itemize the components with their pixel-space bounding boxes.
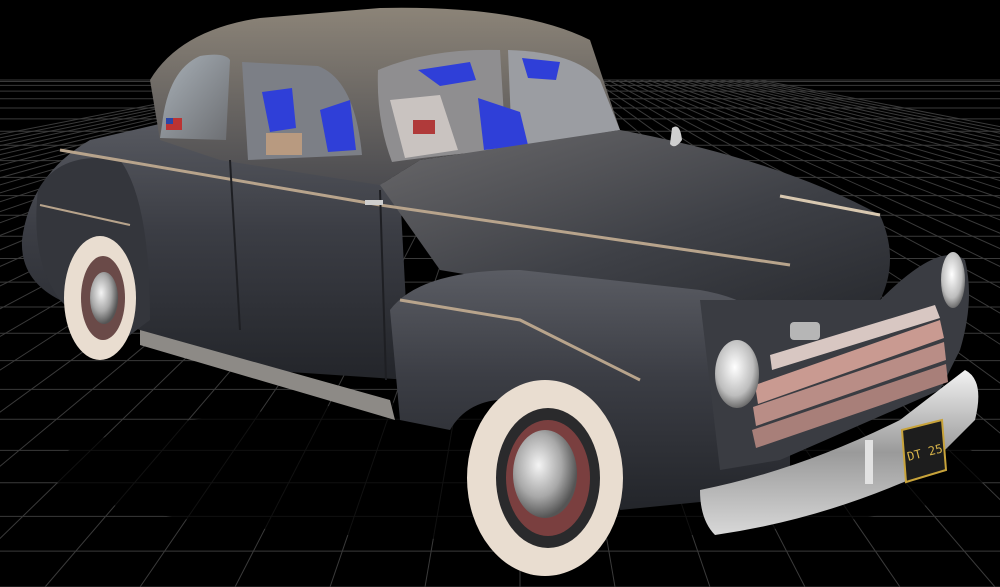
hubcap bbox=[90, 272, 118, 324]
scene-canvas[interactable]: DT 25 bbox=[0, 0, 1000, 587]
headlight-right bbox=[941, 252, 965, 308]
rear-wheel bbox=[64, 236, 136, 360]
front-wheel bbox=[467, 380, 623, 576]
seat-detail bbox=[266, 133, 302, 155]
parking-light bbox=[790, 322, 820, 340]
headlight-left bbox=[715, 340, 759, 408]
bumper-guard bbox=[865, 440, 873, 484]
door-handle bbox=[365, 200, 383, 205]
hubcap bbox=[513, 430, 577, 518]
license-plate: DT 25 bbox=[900, 418, 948, 484]
viewport-3d[interactable]: DT 25 bbox=[0, 0, 1000, 587]
